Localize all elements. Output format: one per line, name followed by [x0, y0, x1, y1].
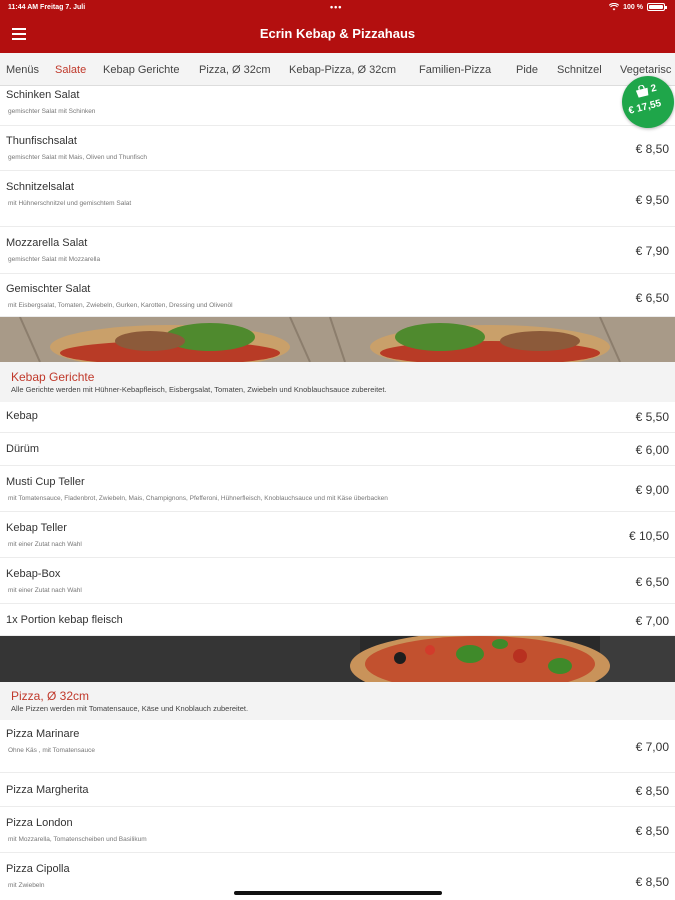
list-item[interactable]: Kebap € 5,50 [0, 402, 675, 433]
battery-icon [647, 3, 667, 11]
item-desc: mit Hühnerschnitzel und gemischtem Salat [8, 200, 132, 207]
item-name: Kebap-Box [6, 568, 61, 580]
list-item[interactable]: Schinken Salat gemischter Salat mit Schi… [0, 86, 675, 126]
item-name: Pizza Cipolla [6, 863, 70, 875]
item-name: Pizza London [6, 817, 73, 829]
list-item[interactable]: Kebap-Box mit einer Zutat nach Wahl € 6,… [0, 558, 675, 604]
item-name: 1x Portion kebap fleisch [6, 614, 123, 626]
item-desc: mit Eisbergsalat, Tomaten, Zwiebeln, Gur… [8, 302, 233, 309]
item-desc: gemischter Salat mit Mais, Oliven und Th… [8, 154, 147, 161]
list-item[interactable]: Dürüm € 6,00 [0, 433, 675, 466]
tab-salate[interactable]: Salate [55, 64, 86, 76]
list-item[interactable]: Pizza Marinare Ohne Käs , mit Tomatensau… [0, 720, 675, 773]
category-tabs: Menüs Salate Kebap Gerichte Pizza, Ø 32c… [0, 53, 675, 86]
item-desc: mit Mozzarella, Tomatenscheiben und Basi… [8, 836, 147, 843]
tab-familien-pizza[interactable]: Familien-Pizza [419, 64, 491, 76]
status-bar: 11:44 AM Freitag 7. Juli ••• 100 % [0, 0, 675, 16]
tab-kebap-pizza[interactable]: Kebap-Pizza, Ø 32cm [289, 64, 396, 76]
item-price: € 7,90 [635, 244, 669, 258]
item-name: Kebap [6, 410, 38, 422]
tab-kebap-gerichte[interactable]: Kebap Gerichte [103, 64, 179, 76]
list-item[interactable]: Kebap Teller mit einer Zutat nach Wahl €… [0, 512, 675, 558]
item-price: € 8,50 [635, 784, 669, 798]
item-name: Schinken Salat [6, 89, 80, 101]
item-name: Pizza Marinare [6, 728, 80, 740]
item-price: € 7,00 [635, 614, 669, 628]
item-desc: mit Zwiebeln [8, 882, 45, 889]
item-name: Pizza Margherita [6, 784, 89, 796]
list-item[interactable]: Musti Cup Teller mit Tomatensauce, Flade… [0, 466, 675, 512]
list-item[interactable]: Pizza London mit Mozzarella, Tomatensche… [0, 807, 675, 853]
item-price: € 8,50 [635, 875, 669, 889]
list-item[interactable]: Pizza Margherita € 8,50 [0, 773, 675, 807]
item-name: Schnitzelsalat [6, 181, 74, 193]
item-price: € 5,50 [635, 410, 669, 424]
item-desc: Ohne Käs , mit Tomatensauce [8, 747, 95, 754]
app-title: Ecrin Kebap & Pizzahaus [259, 26, 416, 41]
item-desc: mit Tomatensauce, Fladenbrot, Zwiebeln, … [8, 495, 388, 502]
tab-menues[interactable]: Menüs [6, 64, 39, 76]
list-item[interactable]: 1x Portion kebap fleisch € 7,00 [0, 604, 675, 636]
section-kebap-gerichte: Kebap Gerichte Alle Gerichte werden mit … [0, 362, 675, 402]
section-subtitle: Alle Pizzen werden mit Tomatensauce, Käs… [11, 704, 249, 713]
item-price: € 6,50 [635, 291, 669, 305]
tab-pizza[interactable]: Pizza, Ø 32cm [199, 64, 271, 76]
item-price: € 7,00 [635, 740, 669, 754]
item-desc: mit einer Zutat nach Wahl [8, 587, 82, 594]
tab-pide[interactable]: Pide [516, 64, 538, 76]
menu-list[interactable]: Schinken Salat gemischter Salat mit Schi… [0, 86, 675, 900]
cart-total: € 17,55 [627, 98, 663, 117]
status-right: 100 % [609, 3, 667, 11]
list-item[interactable]: Gemischter Salat mit Eisbergsalat, Tomat… [0, 274, 675, 317]
app-header: 11:44 AM Freitag 7. Juli ••• 100 % Ecrin… [0, 0, 675, 53]
status-time-text: 11:44 AM [8, 4, 39, 11]
item-desc: gemischter Salat mit Schinken [8, 108, 96, 115]
multitasking-dots[interactable]: ••• [330, 2, 342, 12]
pizza-banner-image [0, 636, 675, 682]
item-price: € 6,00 [635, 443, 669, 457]
item-price: € 8,50 [635, 824, 669, 838]
section-title: Kebap Gerichte [11, 370, 95, 384]
list-item[interactable]: Schnitzelsalat mit Hühnerschnitzel und g… [0, 171, 675, 227]
list-item[interactable]: Thunfischsalat gemischter Salat mit Mais… [0, 126, 675, 171]
section-title: Pizza, Ø 32cm [11, 689, 90, 703]
item-desc: mit einer Zutat nach Wahl [8, 541, 82, 548]
section-subtitle: Alle Gerichte werden mit Hühner-Kebapfle… [11, 385, 387, 394]
item-name: Gemischter Salat [6, 283, 91, 295]
item-price: € 10,50 [628, 529, 669, 543]
home-indicator[interactable] [234, 891, 442, 895]
section-pizza: Pizza, Ø 32cm Alle Pizzen werden mit Tom… [0, 682, 675, 720]
battery-text: 100 % [623, 3, 643, 11]
item-name: Kebap Teller [6, 522, 67, 534]
cart-count: 2 [649, 82, 658, 95]
tab-schnitzel[interactable]: Schnitzel [557, 64, 602, 76]
item-name: Musti Cup Teller [6, 476, 85, 488]
wifi-icon [609, 3, 620, 11]
item-name: Dürüm [6, 443, 40, 455]
item-price: € 9,00 [635, 483, 669, 497]
shopping-bag-icon [635, 84, 649, 98]
item-name: Thunfischsalat [6, 135, 77, 147]
status-time: 11:44 AM Freitag 7. Juli [8, 4, 85, 11]
item-price: € 9,50 [635, 193, 669, 207]
kebap-banner-image [0, 317, 675, 362]
item-price: € 8,50 [635, 142, 669, 156]
status-date: Freitag 7. Juli [40, 4, 86, 11]
tab-vegetarisch[interactable]: Vegetarisc [620, 64, 671, 76]
item-price: € 6,50 [635, 575, 669, 589]
item-name: Mozzarella Salat [6, 237, 88, 249]
item-desc: gemischter Salat mit Mozzarella [8, 256, 101, 263]
list-item[interactable]: Mozzarella Salat gemischter Salat mit Mo… [0, 227, 675, 274]
